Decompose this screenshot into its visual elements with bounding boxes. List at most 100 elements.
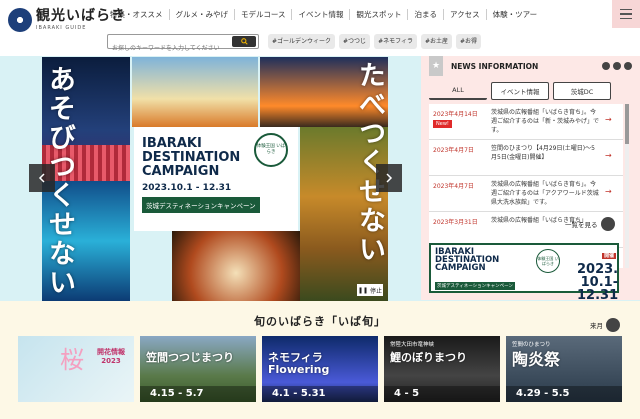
nav-item-model-course[interactable]: モデルコース: [235, 9, 293, 20]
tag-golden-week[interactable]: #ゴールデンウィーク: [268, 34, 336, 49]
seasonal-card[interactable]: 笠間のひまつり 陶炎祭 4.29 - 5.5: [506, 336, 622, 402]
news-text: 笠間のひまつり【4月29日(土曜日)～5月5日(金曜日)開催】: [491, 145, 595, 161]
news-title: NEWS INFORMATION: [451, 62, 539, 71]
pause-icon: ❚❚: [357, 286, 369, 294]
tag-deals[interactable]: #お得: [456, 34, 482, 49]
star-icon: ★: [429, 56, 443, 76]
tag-nemophila[interactable]: #ネモフィラ: [374, 34, 417, 49]
search-button[interactable]: [232, 36, 256, 47]
card-title: 陶炎祭: [512, 350, 561, 369]
hero-slider: あそびつくせない たべつくせない IBARAKI DESTINATION CAM…: [42, 57, 388, 301]
nav-item-access[interactable]: アクセス: [444, 9, 487, 20]
seasonal-title-text: 旬のいばらき「いば旬」: [254, 315, 386, 328]
facebook-icon[interactable]: [613, 62, 621, 70]
banner-subtitle: 茨城デスティネーションキャンペーン: [435, 282, 515, 290]
search-input[interactable]: [108, 42, 230, 56]
news-header: ★ NEWS INFORMATION: [421, 56, 640, 78]
youtube-icon[interactable]: [624, 62, 632, 70]
menu-bar-icon: [620, 17, 632, 20]
slider-pause-button[interactable]: ❚❚ 停止: [357, 284, 383, 296]
slider-next-button[interactable]: [376, 164, 402, 192]
news-text: 茨城県の広報番組「いばらき育ち」。今週ご紹介するのは「新・茨城みやげ」です。: [491, 109, 600, 134]
social-links: [602, 62, 632, 70]
nav-item-features[interactable]: 特集・オススメ: [104, 9, 170, 20]
campaign-date: 2023.10.1 - 12.31: [142, 183, 232, 193]
dc-campaign-banner[interactable]: IBARAKI DESTINATION CAMPAIGN 茨城デスティネーション…: [429, 243, 619, 302]
arrow-right-icon: →: [605, 151, 612, 160]
banner-date: 開催2023. 10.1- 12.31: [577, 247, 618, 302]
seasonal-cards: 桜 開花情報 2023 笠間つつじまつり 4.15 - 5.7 ネモフィラ Fl…: [18, 336, 622, 402]
site-header: 観光いばらき IBARAKI GUIDE 特集・オススメ グルメ・みやげ モデル…: [0, 0, 640, 56]
nav-item-gourmet[interactable]: グルメ・みやげ: [170, 9, 235, 20]
nav-item-events[interactable]: イベント情報: [292, 9, 351, 20]
banner-badge: 開催: [602, 253, 617, 259]
card-date: 4.1 - 5.31: [262, 386, 378, 402]
news-item[interactable]: 2023年4月7日 茨城県の広報番組「いばらき育ち」。今週ご紹介するのは「アクア…: [429, 176, 623, 212]
menu-bar-icon: [620, 8, 632, 11]
card-title: 開花情報 2023: [97, 348, 125, 365]
sakura-icon: 桜: [60, 346, 84, 374]
card-title: ネモフィラ Flowering: [268, 351, 330, 376]
card-date: 4 - 5: [384, 386, 500, 402]
keyword-tags: #ゴールデンウィーク #つつじ #ネモフィラ #お土産 #お得: [268, 34, 482, 49]
more-label: 一覧を見る: [565, 221, 598, 229]
seasonal-card[interactable]: 笠間つつじまつり 4.15 - 5.7: [140, 336, 256, 402]
tab-all[interactable]: ALL: [429, 82, 487, 100]
slider-prev-button[interactable]: [29, 164, 55, 192]
banner-emblem: 体験王国 いばらき: [536, 249, 560, 273]
nav-item-tours[interactable]: 体験・ツアー: [487, 9, 544, 20]
scrollbar-thumb[interactable]: [625, 104, 629, 144]
nav-item-spots[interactable]: 観光スポット: [350, 9, 409, 20]
card-date: 4.29 - 5.5: [506, 386, 622, 402]
global-nav: 特集・オススメ グルメ・みやげ モデルコース イベント情報 観光スポット 泊まる…: [104, 9, 543, 20]
card-title: 笠間つつじまつり: [146, 351, 234, 364]
pause-label: 停止: [370, 287, 383, 295]
arrow-circle-icon: [600, 217, 615, 231]
next-month-label: 来月: [590, 322, 603, 330]
nav-item-stay[interactable]: 泊まる: [408, 9, 444, 20]
search-icon: [240, 38, 248, 45]
arrow-circle-icon: [606, 318, 620, 332]
new-badge: New!: [433, 120, 452, 128]
twitter-icon[interactable]: [602, 62, 610, 70]
news-more-link[interactable]: 一覧を見る: [565, 217, 615, 231]
news-date: 2023年3月31日: [433, 219, 478, 226]
seasonal-card[interactable]: 桜 開花情報 2023: [18, 336, 134, 402]
seasonal-card[interactable]: ネモフィラ Flowering 4.1 - 5.31: [262, 336, 378, 402]
news-date: 2023年4月14日: [433, 111, 478, 118]
campaign-subtitle: 茨城デスティネーションキャンペーン: [142, 197, 260, 213]
news-text: 茨城県の広報番組「いばらき育ち」。今週ご紹介するのは「アクアワールド茨城県大洗水…: [491, 181, 599, 206]
tag-azalea[interactable]: #つつじ: [339, 34, 371, 49]
menu-bar-icon: [620, 13, 632, 15]
tag-souvenir[interactable]: #お土産: [420, 34, 453, 49]
news-date: 2023年4月7日: [433, 147, 474, 154]
campaign-card[interactable]: IBARAKI DESTINATION CAMPAIGN 2023.10.1 -…: [134, 127, 298, 231]
card-subtitle: 常陸大田市竜神峡: [390, 342, 435, 348]
arrow-right-icon: →: [605, 187, 612, 196]
seasonal-title: 旬のいばらき「いば旬」: [254, 313, 386, 329]
news-scrollbar[interactable]: [625, 104, 629, 268]
next-month-button[interactable]: 来月: [590, 318, 620, 332]
hero-photo-seafood: [172, 231, 300, 301]
logo-emblem-icon: [8, 8, 32, 32]
arrow-right-icon: →: [605, 115, 612, 124]
news-tabs: ALL イベント情報 茨城DC: [429, 82, 611, 100]
tab-events[interactable]: イベント情報: [491, 82, 549, 100]
news-date: 2023年4月7日: [433, 183, 474, 190]
menu-toggle-button[interactable]: [612, 0, 640, 28]
card-date: 4.15 - 5.7: [140, 386, 256, 402]
news-item[interactable]: 2023年4月7日 笠間のひまつり【4月29日(土曜日)～5月5日(金曜日)開催…: [429, 140, 623, 176]
hero-photo-fruit: [132, 57, 258, 127]
search-box: [107, 34, 259, 56]
campaign-emblem: 体験王国 いばらき: [254, 133, 288, 167]
seasonal-card[interactable]: 常陸大田市竜神峡 鯉のぼりまつり 4 - 5: [384, 336, 500, 402]
chevron-left-icon: [38, 173, 45, 183]
hero-catchphrase-right: たべつくせない: [354, 61, 385, 264]
card-subtitle: 笠間のひまつり: [512, 342, 551, 348]
card-title: 鯉のぼりまつり: [390, 351, 467, 364]
tab-ibaraki-dc[interactable]: 茨城DC: [553, 82, 611, 100]
campaign-title-3: CAMPAIGN: [142, 164, 220, 179]
logo-subtitle: IBARAKI GUIDE: [36, 25, 87, 31]
news-item[interactable]: 2023年4月14日 New! 茨城県の広報番組「いばらき育ち」。今週ご紹介する…: [429, 104, 623, 140]
chevron-right-icon: [386, 173, 393, 183]
